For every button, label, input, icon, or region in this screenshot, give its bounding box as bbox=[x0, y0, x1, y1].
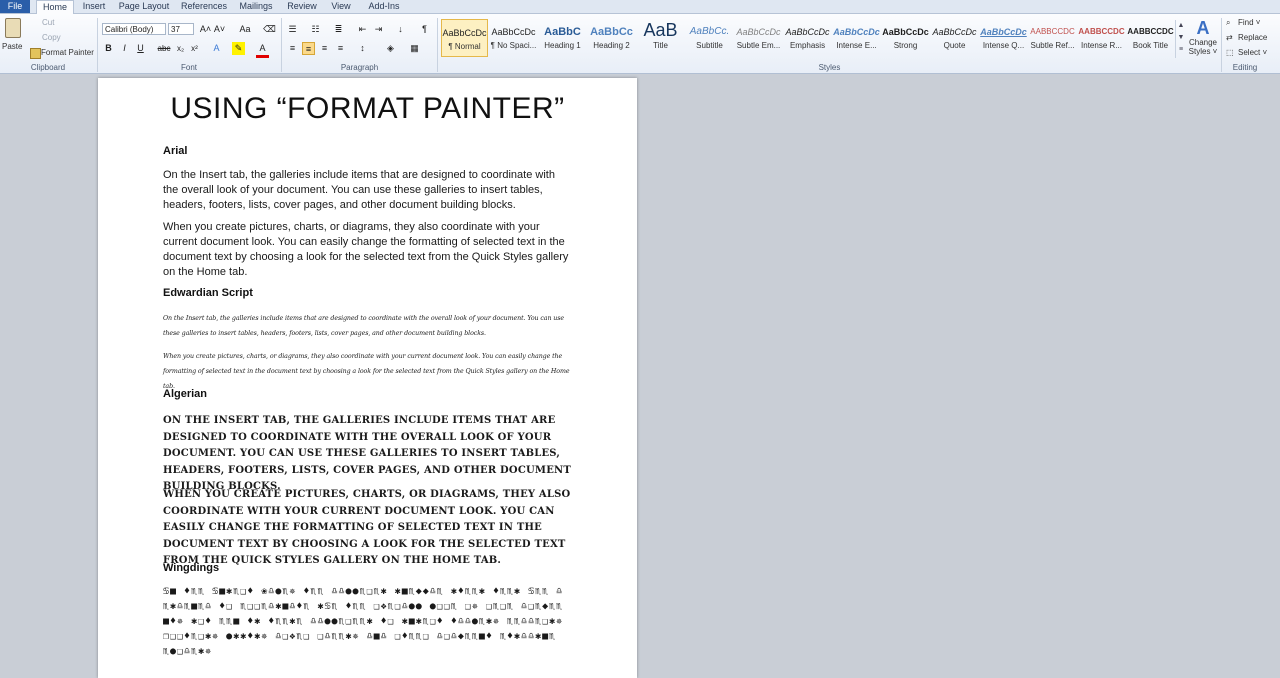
section-heading-edwardian: Edwardian Script bbox=[163, 287, 253, 299]
edwardian-paragraph: When you create pictures, charts, or dia… bbox=[163, 353, 570, 390]
change-styles-icon: A bbox=[1196, 18, 1210, 38]
numbering-icon[interactable]: ☷ bbox=[309, 23, 322, 36]
shading-icon[interactable]: ◈ bbox=[384, 42, 397, 55]
copy-button[interactable]: Copy bbox=[42, 33, 61, 42]
tab-add-ins[interactable]: Add-Ins bbox=[362, 0, 406, 13]
algerian-paragraph: On the Insert tab, the galleries include… bbox=[163, 415, 571, 492]
text-effects-icon[interactable]: A bbox=[210, 42, 223, 55]
styles-group-label: Styles bbox=[818, 63, 841, 72]
style-quote[interactable]: AaBbCcDc Quote bbox=[931, 19, 978, 57]
align-center-icon[interactable]: ≡ bbox=[302, 42, 315, 55]
align-left-icon[interactable]: ≡ bbox=[286, 42, 299, 55]
select-icon: ⬚ bbox=[1226, 48, 1234, 57]
font-name-combo[interactable]: Calibri (Body) bbox=[102, 23, 166, 35]
strikethrough-button[interactable]: abc bbox=[156, 42, 172, 55]
justify-icon[interactable]: ≡ bbox=[334, 42, 347, 55]
style-no-spacing[interactable]: AaBbCcDc ¶ No Spaci... bbox=[490, 19, 537, 57]
style-intense-quote[interactable]: AaBbCcDc Intense Q... bbox=[980, 19, 1027, 57]
style-heading-1[interactable]: AaBbC Heading 1 bbox=[539, 19, 586, 57]
superscript-button[interactable]: x² bbox=[188, 42, 201, 55]
select-button[interactable]: Select ˅ bbox=[1238, 48, 1267, 57]
style-title[interactable]: AaB Title bbox=[637, 19, 684, 57]
style-strong[interactable]: AaBbCcDc Strong bbox=[882, 19, 929, 57]
italic-button[interactable]: I bbox=[118, 42, 131, 55]
style-normal[interactable]: AaBbCcDc ¶ Normal bbox=[441, 19, 488, 57]
style-subtle-emphasis[interactable]: AaBbCcDc Subtle Em... bbox=[735, 19, 782, 57]
section-heading-arial: Arial bbox=[163, 145, 188, 157]
tab-review[interactable]: Review bbox=[284, 0, 320, 13]
document-page[interactable]: USING “FORMAT PAINTER” Arial On the Inse… bbox=[98, 78, 637, 678]
ribbon-tab-bar: File Home Insert Page Layout References … bbox=[0, 0, 1280, 15]
borders-icon[interactable]: ▦ bbox=[408, 42, 421, 55]
show-hide-button[interactable]: ¶ bbox=[418, 23, 431, 36]
font-size-combo[interactable]: 37 bbox=[168, 23, 194, 35]
grow-font-button[interactable]: A˄ bbox=[199, 23, 212, 36]
format-painter-button[interactable]: Format Painter bbox=[41, 48, 94, 57]
sort-icon[interactable]: ↓ bbox=[394, 23, 407, 36]
tab-mailings[interactable]: Mailings bbox=[236, 0, 276, 13]
style-subtle-reference[interactable]: AABBCCDC Subtle Ref... bbox=[1029, 19, 1076, 57]
editing-group-label: Editing bbox=[1232, 63, 1258, 72]
bold-button[interactable]: B bbox=[102, 42, 115, 55]
clear-formatting-icon[interactable]: ⌫ bbox=[263, 23, 276, 36]
paragraph-group-label: Paragraph bbox=[340, 63, 379, 72]
underline-button[interactable]: U bbox=[134, 42, 147, 55]
style-intense-emphasis[interactable]: AaBbCcDc Intense E... bbox=[833, 19, 880, 57]
highlight-icon[interactable]: ✎ bbox=[232, 42, 245, 55]
line-spacing-icon[interactable]: ↕ bbox=[356, 42, 369, 55]
tab-file[interactable]: File bbox=[0, 0, 30, 13]
style-heading-2[interactable]: AaBbCc Heading 2 bbox=[588, 19, 635, 57]
clipboard-group-label: Clipboard bbox=[30, 63, 66, 72]
find-icon: ⌕ bbox=[1226, 18, 1231, 27]
bullets-icon[interactable]: ☰ bbox=[286, 23, 299, 36]
format-painter-icon bbox=[30, 48, 41, 59]
style-emphasis[interactable]: AaBbCcDc Emphasis bbox=[784, 19, 831, 57]
style-subtitle[interactable]: AaBbCc. Subtitle bbox=[686, 19, 733, 57]
shrink-font-button[interactable]: A˅ bbox=[213, 23, 226, 36]
subscript-button[interactable]: x₂ bbox=[174, 42, 187, 55]
paste-button[interactable]: Paste bbox=[2, 18, 22, 58]
section-heading-algerian: Algerian bbox=[163, 388, 208, 400]
find-button[interactable]: Find ˅ bbox=[1238, 18, 1260, 27]
ribbon: Paste Cut Copy Format Painter Clipboard … bbox=[0, 14, 1280, 74]
tab-page-layout[interactable]: Page Layout bbox=[116, 0, 172, 13]
tab-view[interactable]: View bbox=[326, 0, 356, 13]
arial-paragraph: When you create pictures, charts, or dia… bbox=[163, 221, 569, 278]
style-book-title[interactable]: AABBCCDC Book Title bbox=[1127, 19, 1174, 57]
algerian-paragraph: When you create pictures, charts, or dia… bbox=[163, 489, 571, 566]
replace-icon: ⇄ bbox=[1226, 33, 1233, 42]
wingdings-paragraph: ♋■ ♦♏♏ ♋■✱♏❑♦ ❀♎●♏✵ ♦♏♏ ♎♎●●♏❑♏✱ ✱■♏◆◆♎♏… bbox=[163, 586, 564, 657]
align-right-icon[interactable]: ≡ bbox=[318, 42, 331, 55]
font-group-label: Font bbox=[180, 63, 197, 72]
change-case-button[interactable]: Aa bbox=[236, 23, 254, 36]
font-color-icon[interactable]: A bbox=[256, 42, 269, 58]
multilevel-list-icon[interactable]: ≣ bbox=[332, 23, 345, 36]
document-title: USING “FORMAT PAINTER” bbox=[170, 92, 565, 125]
cut-button[interactable]: Cut bbox=[42, 18, 54, 27]
section-heading-wingdings: Wingdings bbox=[163, 562, 220, 574]
styles-scroll-icon[interactable]: ▲ ▼ ≡ bbox=[1175, 20, 1186, 58]
paste-icon bbox=[5, 18, 21, 38]
edwardian-paragraph: On the Insert tab, the galleries include… bbox=[163, 315, 565, 337]
style-intense-reference[interactable]: AABBCCDC Intense R... bbox=[1078, 19, 1125, 57]
tab-references[interactable]: References bbox=[178, 0, 230, 13]
tab-home[interactable]: Home bbox=[36, 0, 74, 15]
increase-indent-icon[interactable]: ⇥ bbox=[372, 23, 385, 36]
change-styles-button[interactable]: A Change Styles ˅ bbox=[1187, 18, 1219, 62]
arial-paragraph: On the Insert tab, the galleries include… bbox=[163, 169, 555, 211]
replace-button[interactable]: Replace bbox=[1238, 33, 1267, 42]
decrease-indent-icon[interactable]: ⇤ bbox=[356, 23, 369, 36]
tab-insert[interactable]: Insert bbox=[78, 0, 110, 13]
